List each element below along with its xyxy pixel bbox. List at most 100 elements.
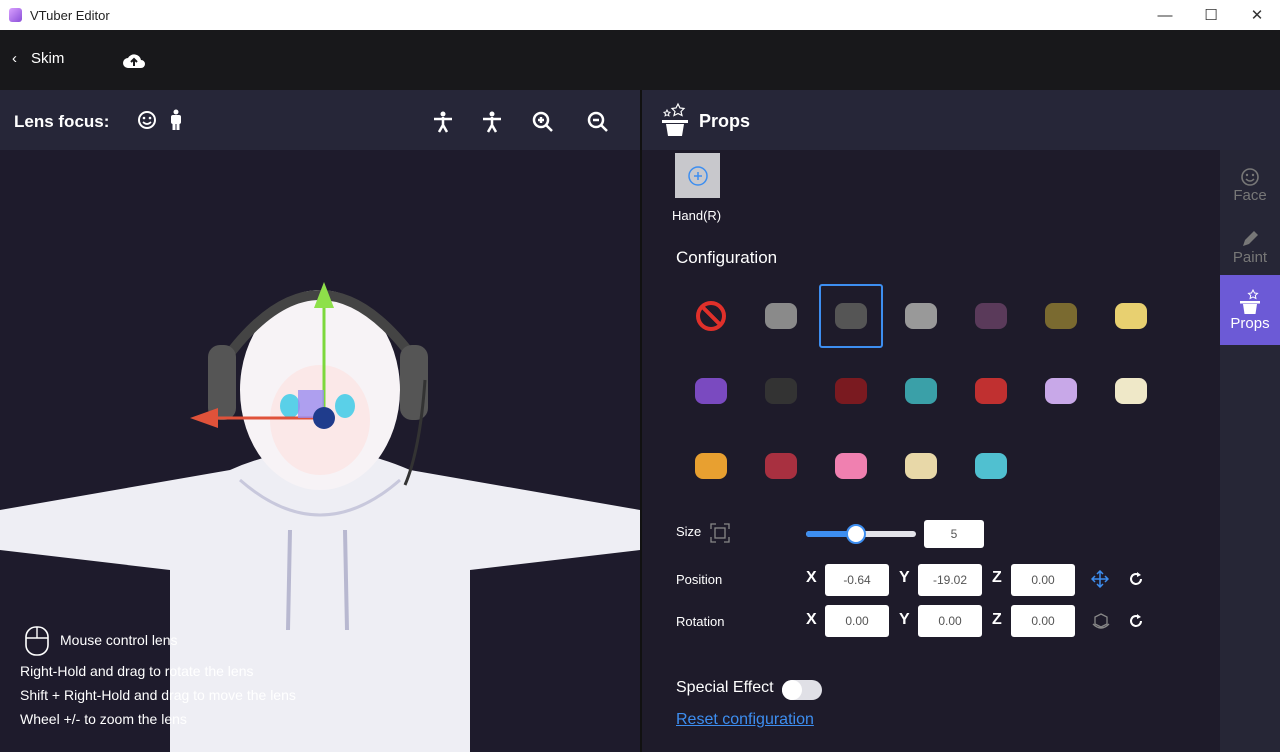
configuration-title: Configuration bbox=[676, 248, 778, 267]
hint-zoom: Wheel +/- to zoom the lens bbox=[20, 711, 187, 727]
wings-dark-icon bbox=[765, 378, 797, 404]
prop-face-mask[interactable] bbox=[889, 434, 953, 498]
prop-badge[interactable] bbox=[959, 359, 1023, 423]
position-label: Position bbox=[676, 572, 723, 587]
prop-crown-band[interactable] bbox=[1099, 284, 1163, 348]
butterfly-icon bbox=[1045, 378, 1077, 404]
prop-helmet[interactable] bbox=[749, 284, 813, 348]
size-frame-icon bbox=[710, 523, 730, 543]
prop-horns-thin[interactable] bbox=[889, 284, 953, 348]
rotation-label: Rotation bbox=[676, 614, 725, 629]
magic-hat-icon bbox=[662, 102, 688, 136]
prop-headset-teal[interactable] bbox=[889, 359, 953, 423]
panel-title: Props bbox=[699, 111, 751, 131]
tab-paint-label: Paint bbox=[1232, 248, 1268, 266]
window-title: VTuber Editor bbox=[30, 8, 110, 23]
mouse-icon bbox=[25, 626, 49, 656]
tab-props-label: Props bbox=[1230, 314, 1270, 332]
panel-divider[interactable] bbox=[640, 90, 642, 752]
cloud-upload-icon[interactable] bbox=[122, 50, 146, 70]
reset-rotation-icon[interactable] bbox=[1128, 613, 1144, 629]
special-effect-label: Special Effect bbox=[676, 679, 774, 696]
prop-unicorn[interactable] bbox=[1099, 359, 1163, 423]
helmet-icon bbox=[765, 303, 797, 329]
maximize-button[interactable]: ☐ bbox=[1188, 0, 1234, 30]
zoom-in-icon[interactable] bbox=[532, 111, 554, 133]
rotate-right-pose-icon[interactable] bbox=[481, 111, 503, 133]
prop-ring-teal[interactable] bbox=[959, 434, 1023, 498]
tv-yellow-icon bbox=[695, 453, 727, 479]
monster-hat-icon bbox=[695, 378, 727, 404]
bow-pink-icon bbox=[835, 453, 867, 479]
hint-rotate: Right-Hold and drag to rotate the lens bbox=[20, 663, 254, 679]
face-focus-icon[interactable] bbox=[137, 110, 157, 130]
tab-paint[interactable]: Paint bbox=[1220, 212, 1280, 282]
tab-face-label: Face bbox=[1233, 186, 1267, 204]
size-slider[interactable] bbox=[806, 524, 916, 544]
tab-face[interactable]: Face bbox=[1220, 150, 1280, 220]
rotate-left-pose-icon[interactable] bbox=[432, 111, 454, 133]
tv-red-icon bbox=[765, 453, 797, 479]
prop-tv-yellow[interactable] bbox=[679, 434, 743, 498]
reset-position-icon[interactable] bbox=[1128, 571, 1144, 587]
position-y-input[interactable]: -19.02 bbox=[918, 564, 982, 596]
prop-bow-pink[interactable] bbox=[819, 434, 883, 498]
slot-label: Hand(R) bbox=[672, 208, 722, 223]
rotation-y-label: Y bbox=[899, 611, 910, 628]
size-slider-thumb[interactable] bbox=[845, 524, 866, 544]
rotation-x-label: X bbox=[806, 611, 817, 628]
body-focus-icon[interactable] bbox=[168, 109, 184, 131]
close-button[interactable]: ✕ bbox=[1234, 0, 1280, 30]
chevron-left-icon: ‹ bbox=[12, 50, 17, 67]
position-x-input[interactable]: -0.64 bbox=[825, 564, 889, 596]
add-hand-prop-button[interactable] bbox=[675, 153, 720, 198]
magic-hat-icon bbox=[1240, 288, 1260, 314]
position-z-label: Z bbox=[992, 569, 1002, 586]
headset-teal-icon bbox=[905, 378, 937, 404]
prop-wings-dark[interactable] bbox=[749, 359, 813, 423]
minimize-button[interactable]: — bbox=[1142, 0, 1188, 30]
move-arrows-icon[interactable] bbox=[1091, 570, 1109, 588]
avatar-model bbox=[0, 282, 640, 752]
rotate-3d-icon[interactable] bbox=[1091, 611, 1111, 631]
add-circle-icon bbox=[687, 165, 708, 186]
props-header: Props bbox=[642, 90, 1280, 150]
position-z-input[interactable]: 0.00 bbox=[1011, 564, 1075, 596]
mouse-hint-title: Mouse control lens bbox=[60, 632, 178, 648]
prop-mask[interactable] bbox=[959, 284, 1023, 348]
app-logo-icon bbox=[9, 8, 22, 22]
ring-teal-icon bbox=[975, 453, 1007, 479]
prop-sunglasses[interactable] bbox=[1029, 284, 1093, 348]
prop-horns-red[interactable] bbox=[819, 359, 883, 423]
none-icon bbox=[696, 301, 726, 331]
tab-props[interactable]: Props bbox=[1220, 275, 1280, 345]
size-label: Size bbox=[676, 524, 702, 539]
side-tabs: Face Paint Props bbox=[1220, 150, 1280, 752]
headphones-icon bbox=[835, 303, 867, 329]
prop-headphones[interactable] bbox=[819, 284, 883, 348]
lens-focus-label: Lens focus: bbox=[14, 112, 110, 131]
back-button[interactable]: ‹ Skim bbox=[12, 50, 64, 67]
rotation-z-input[interactable]: 0.00 bbox=[1011, 605, 1075, 637]
mask-icon bbox=[975, 303, 1007, 329]
reset-configuration-link[interactable]: Reset configuration bbox=[676, 711, 814, 729]
crown-band-icon bbox=[1115, 303, 1147, 329]
position-x-label: X bbox=[806, 569, 817, 586]
zoom-out-icon[interactable] bbox=[587, 111, 609, 133]
prop-butterfly[interactable] bbox=[1029, 359, 1093, 423]
prop-none[interactable] bbox=[679, 284, 743, 348]
title-bar: VTuber Editor — ☐ ✕ bbox=[0, 0, 1280, 30]
back-label: Skim bbox=[31, 50, 65, 67]
size-input[interactable]: 5 bbox=[924, 520, 984, 548]
rotation-y-input[interactable]: 0.00 bbox=[918, 605, 982, 637]
sunglasses-icon bbox=[1045, 303, 1077, 329]
prop-monster-hat[interactable] bbox=[679, 359, 743, 423]
prop-tv-red[interactable] bbox=[749, 434, 813, 498]
app-bar: ‹ Skim bbox=[0, 30, 1280, 90]
face-icon bbox=[1241, 167, 1259, 186]
3d-viewport[interactable]: Mouse control lens Right-Hold and drag t… bbox=[0, 150, 640, 752]
pencil-icon bbox=[1243, 230, 1258, 246]
rotation-x-input[interactable]: 0.00 bbox=[825, 605, 889, 637]
lens-toolbar: Lens focus: bbox=[0, 90, 640, 150]
special-effect-toggle[interactable] bbox=[782, 680, 822, 700]
